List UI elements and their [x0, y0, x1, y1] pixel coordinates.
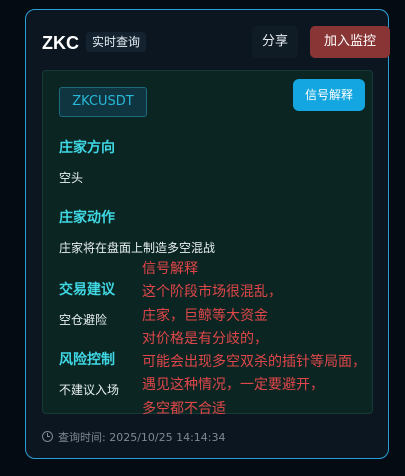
pair-badge: ZKCUSDT — [59, 87, 147, 117]
clock-icon — [42, 431, 53, 442]
coin-symbol: ZKC — [42, 33, 79, 53]
card-header: ZKC 实时查询 分享 加入监控 — [42, 26, 390, 60]
section-text-action: 庄家将在盘面上制造多空混战 — [59, 241, 216, 255]
section-title-direction: 庄家方向 — [59, 140, 115, 156]
section-title-advice: 交易建议 — [59, 282, 115, 298]
query-time: 查询时间: 2025/10/25 14:14:34 — [42, 430, 226, 446]
overlay-line: 多空都不合适 — [142, 400, 226, 417]
overlay-line: 信号解释 — [142, 261, 198, 277]
section-title-action: 庄家动作 — [59, 210, 115, 226]
query-time-text: 查询时间: 2025/10/25 14:14:34 — [58, 431, 226, 444]
overlay-line: 对价格是有分歧的， — [142, 330, 268, 347]
overlay-line: 庄家，巨鲸等大资金 — [142, 307, 268, 324]
section-text-direction: 空头 — [59, 171, 84, 185]
add-monitor-button[interactable]: 加入监控 — [310, 26, 390, 58]
section-title-risk: 风险控制 — [59, 352, 115, 368]
overlay-line: 遇见这种情况，一定要避开， — [142, 377, 324, 394]
signal-explain-button[interactable]: 信号解释 — [293, 79, 365, 111]
section-text-advice: 空仓避险 — [59, 313, 108, 327]
signal-explanation-overlay: 信号解释 这个阶段市场很混乱， 庄家，巨鲸等大资金 对价格是有分歧的， 可能会出… — [142, 258, 366, 421]
realtime-tag: 实时查询 — [86, 32, 147, 52]
share-button[interactable]: 分享 — [252, 26, 298, 58]
section-text-risk: 不建议入场 — [59, 383, 120, 397]
overlay-line: 可能会出现多空双杀的插针等局面， — [142, 354, 366, 371]
overlay-line: 这个阶段市场很混乱， — [142, 284, 282, 301]
